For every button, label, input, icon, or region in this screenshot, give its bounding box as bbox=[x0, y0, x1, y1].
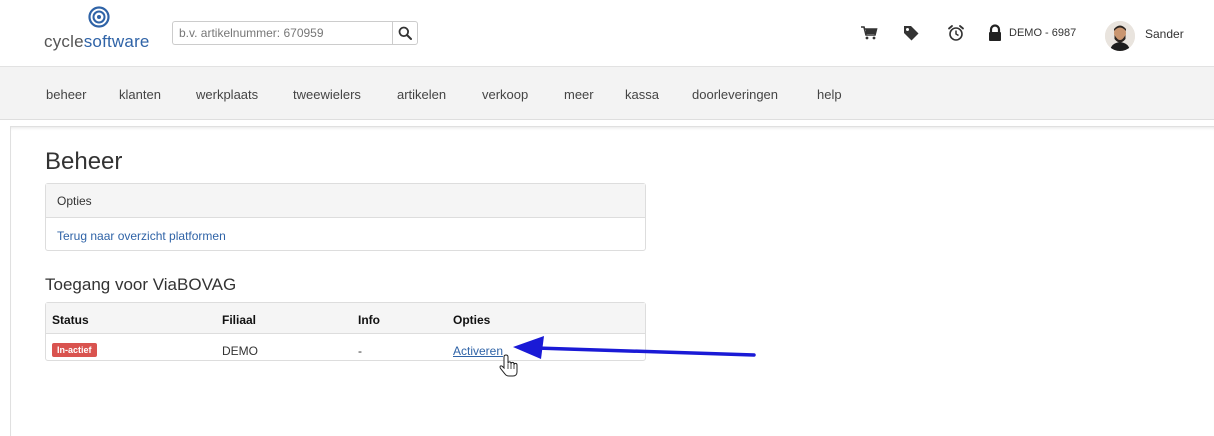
section-title: Toegang voor ViaBOVAG bbox=[45, 275, 237, 294]
nav-item-help[interactable]: help bbox=[817, 87, 842, 102]
user-name[interactable]: Sander bbox=[1145, 27, 1184, 41]
logo[interactable]: cyclesoftware bbox=[44, 6, 154, 60]
nav-item-doorleveringen[interactable]: doorleveringen bbox=[692, 87, 778, 102]
table-header bbox=[46, 303, 645, 334]
cart-button[interactable] bbox=[858, 22, 880, 44]
logo-text-suffix: software bbox=[83, 32, 150, 51]
logo-text: cyclesoftware bbox=[44, 32, 150, 52]
page-title: Beheer bbox=[45, 148, 123, 175]
search-input[interactable] bbox=[172, 21, 392, 45]
main-nav: beheer klanten werkplaats tweewielers ar… bbox=[0, 66, 1214, 120]
status-badge: In-actief bbox=[52, 343, 97, 357]
column-header-info: Info bbox=[358, 313, 380, 327]
nav-item-verkoop[interactable]: verkoop bbox=[482, 87, 528, 102]
nav-item-meer[interactable]: meer bbox=[564, 87, 594, 102]
nav-item-beheer[interactable]: beheer bbox=[46, 87, 86, 102]
top-header: cyclesoftware b.v. artikelnummer: 670959… bbox=[0, 0, 1214, 66]
avatar-image bbox=[1105, 21, 1135, 51]
column-header-status: Status bbox=[52, 313, 89, 327]
nav-item-artikelen[interactable]: artikelen bbox=[397, 87, 446, 102]
branch-cell: DEMO bbox=[222, 344, 258, 358]
nav-item-kassa[interactable]: kassa bbox=[625, 87, 659, 102]
search-button[interactable] bbox=[392, 21, 418, 45]
avatar[interactable] bbox=[1105, 21, 1135, 51]
options-panel: Opties Terug naar overzicht platformen bbox=[45, 183, 646, 251]
alarm-clock-icon bbox=[948, 25, 964, 41]
nav-item-werkplaats[interactable]: werkplaats bbox=[196, 87, 258, 102]
activate-link[interactable]: Activeren bbox=[453, 344, 503, 358]
column-header-branch: Filiaal bbox=[222, 313, 257, 327]
cart-icon bbox=[861, 26, 878, 40]
location-label[interactable]: DEMO - 6987 bbox=[1009, 27, 1076, 39]
options-panel-heading: Opties bbox=[46, 184, 645, 218]
tag-button[interactable] bbox=[900, 22, 922, 44]
tag-icon bbox=[904, 26, 919, 41]
column-header-options: Opties bbox=[453, 313, 491, 327]
back-to-platforms-link[interactable]: Terug naar overzicht platformen bbox=[57, 229, 226, 243]
access-table: Status Filiaal Info Opties In-actief DEM… bbox=[45, 302, 646, 361]
nav-item-tweewielers[interactable]: tweewielers bbox=[293, 87, 361, 102]
lock-icon bbox=[989, 24, 1001, 41]
nav-item-klanten[interactable]: klanten bbox=[119, 87, 161, 102]
search-bar bbox=[172, 21, 418, 45]
alarm-button[interactable] bbox=[945, 22, 967, 44]
info-cell: - bbox=[358, 344, 362, 358]
search-icon bbox=[398, 26, 412, 40]
logo-text-prefix: cycle bbox=[44, 32, 84, 51]
lock-button[interactable] bbox=[984, 22, 1006, 44]
logo-cog-icon bbox=[88, 6, 110, 28]
